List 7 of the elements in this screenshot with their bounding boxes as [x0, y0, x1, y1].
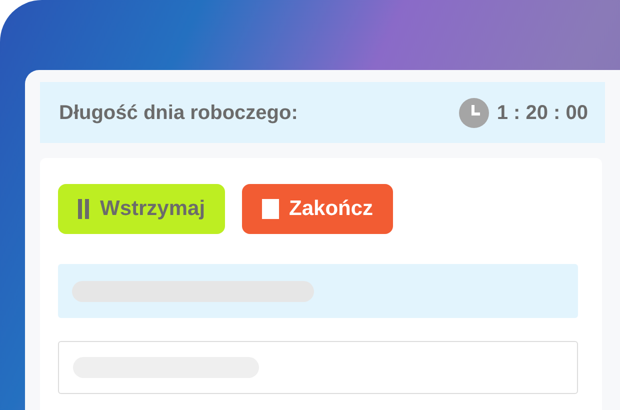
timer-value: 1 : 20 : 00: [496, 100, 588, 126]
header-title: Długość dnia roboczego:: [59, 100, 298, 126]
stop-icon: [262, 199, 280, 219]
pause-button[interactable]: Wstrzymaj: [58, 184, 226, 234]
stop-button[interactable]: Zakończ: [242, 184, 394, 234]
clock-icon: [458, 98, 489, 128]
pause-icon: [78, 199, 90, 219]
